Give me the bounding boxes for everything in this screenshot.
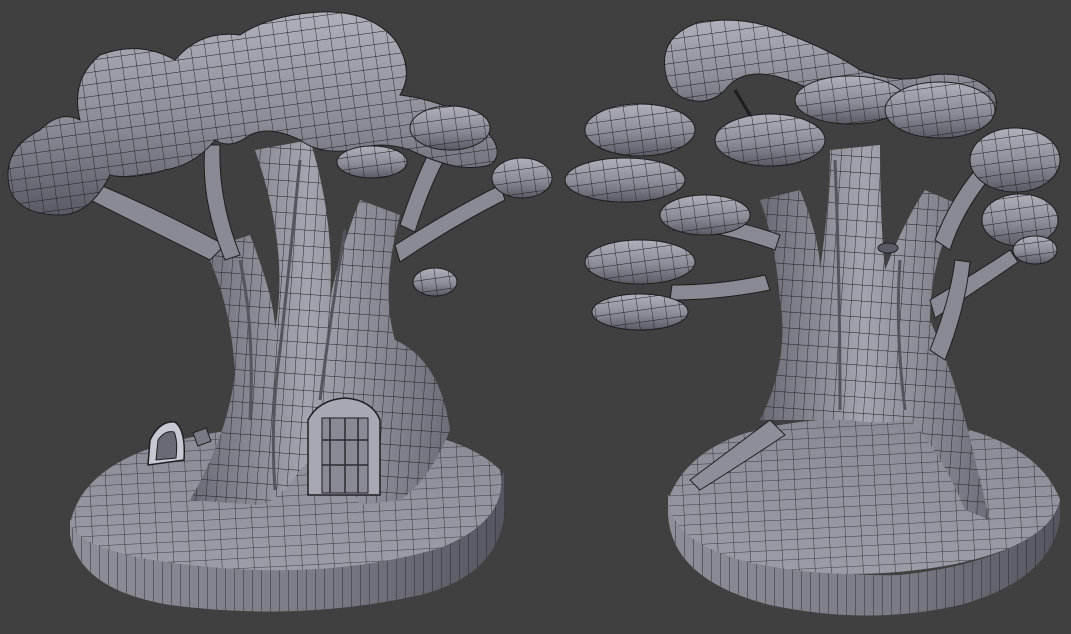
tree-model-back <box>564 19 1061 616</box>
tree-model-front <box>7 11 553 612</box>
base-back <box>668 417 1060 616</box>
wireframe-render <box>7 11 1061 616</box>
3d-viewport <box>0 0 1071 634</box>
door <box>307 397 381 496</box>
